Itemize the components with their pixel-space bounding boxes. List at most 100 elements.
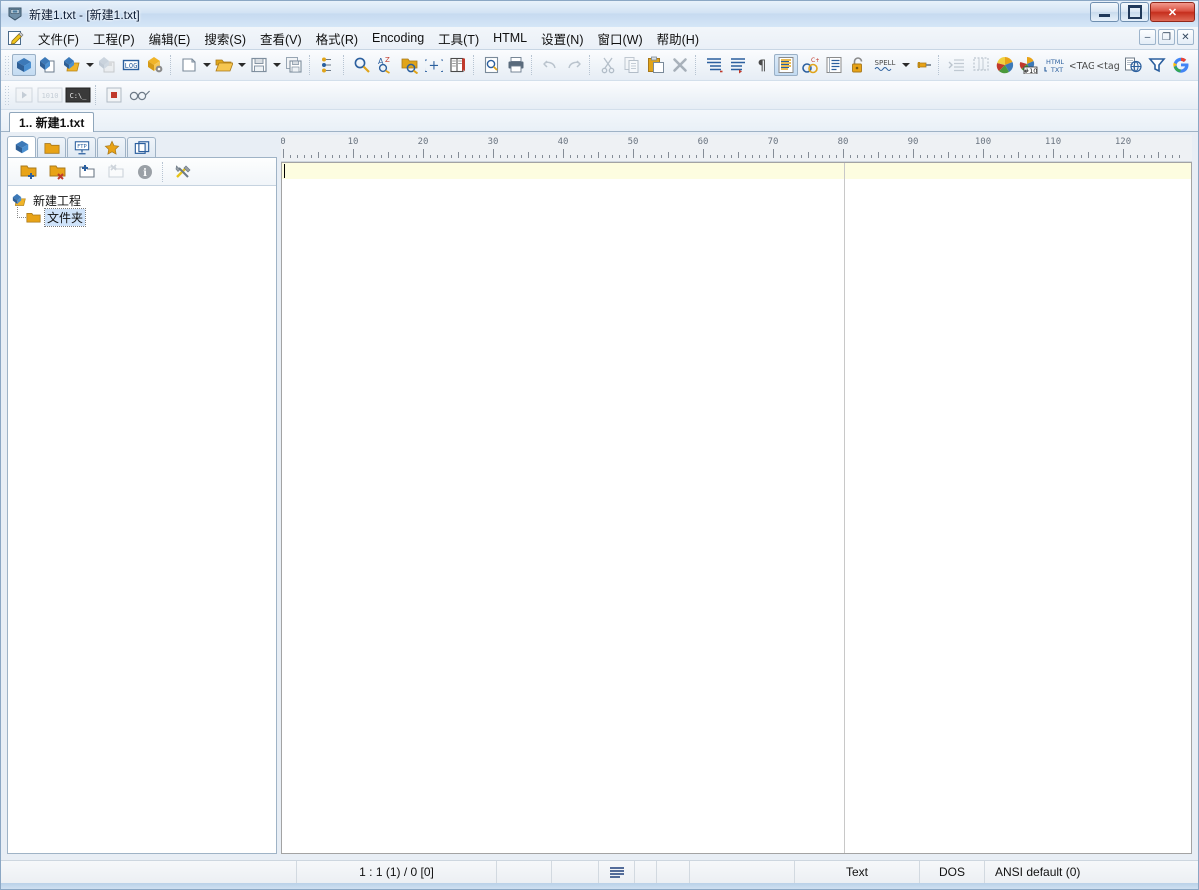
save-file-icon[interactable] [247, 54, 271, 76]
ruler-tick [304, 155, 305, 158]
color-hash-icon[interactable]: #10 [1017, 54, 1041, 76]
menu-tools[interactable]: 工具(T) [431, 26, 486, 51]
color-picker-icon[interactable] [993, 54, 1017, 76]
text-editor[interactable] [281, 162, 1192, 854]
cpp-syntax-icon[interactable]: C++ [798, 54, 822, 76]
project-dropdown-caret[interactable] [84, 54, 95, 76]
line-numbers-icon[interactable] [774, 54, 798, 76]
menu-edit[interactable]: 编辑(E) [142, 26, 198, 51]
menu-search[interactable]: 搜索(S) [197, 26, 253, 51]
tab-favorites[interactable] [97, 137, 126, 157]
project-log-icon[interactable]: LOG [119, 54, 143, 76]
menu-encoding[interactable]: Encoding [365, 28, 431, 48]
remove-file-icon[interactable] [101, 161, 130, 183]
paste-icon[interactable] [644, 54, 668, 76]
new-file-icon[interactable] [177, 54, 201, 76]
ruler-tick [738, 152, 739, 158]
browser-preview-icon[interactable] [1121, 54, 1145, 76]
undo-icon[interactable] [538, 54, 562, 76]
toolbar-gripper[interactable] [4, 55, 9, 75]
save-file-caret[interactable] [271, 54, 282, 76]
hex-1010-icon[interactable]: 1010 [36, 84, 64, 106]
editor-content[interactable] [282, 163, 1191, 853]
tree-child-node[interactable]: 文件夹 [26, 209, 272, 226]
menu-file[interactable]: 文件(F) [31, 26, 86, 51]
toolbar2-gripper[interactable] [4, 85, 9, 105]
google-icon[interactable] [1169, 54, 1193, 76]
project-settings-icon[interactable] [143, 54, 167, 76]
menu-window[interactable]: 窗口(W) [591, 26, 650, 51]
project-tools-icon[interactable] [169, 161, 198, 183]
new-file-caret[interactable] [201, 54, 212, 76]
stop-icon[interactable] [102, 84, 126, 106]
delete-icon[interactable] [668, 54, 692, 76]
encoding-indicator[interactable]: ANSI default (0) [985, 861, 1198, 883]
tab-ftp[interactable]: FTP [67, 137, 96, 157]
glasses-icon[interactable] [126, 84, 154, 106]
find-icon[interactable] [350, 54, 374, 76]
run-icon[interactable] [12, 84, 36, 106]
pin-icon[interactable] [911, 54, 935, 76]
lock-icon[interactable] [846, 54, 870, 76]
ruler-tick [402, 155, 403, 158]
redo-icon[interactable] [562, 54, 586, 76]
menu-view[interactable]: 查看(V) [253, 26, 309, 51]
menu-settings[interactable]: 设置(N) [534, 26, 590, 51]
replace-icon[interactable]: A Z [374, 54, 398, 76]
add-file-icon[interactable] [72, 161, 101, 183]
mdi-restore-button[interactable]: ❐ [1158, 29, 1175, 45]
file-type-indicator[interactable]: Text [795, 861, 920, 883]
mdi-minimize-button[interactable]: – [1139, 29, 1156, 45]
spell-check-icon[interactable]: SPELL [870, 54, 900, 76]
tab-lists[interactable] [127, 137, 156, 157]
project-open-folder-icon[interactable] [60, 54, 84, 76]
open-file-caret[interactable] [236, 54, 247, 76]
indent-icon[interactable] [702, 54, 726, 76]
menu-format[interactable]: 格式(R) [309, 26, 365, 51]
close-button[interactable]: ✕ [1150, 2, 1195, 22]
ruler-tick [780, 155, 781, 158]
tab-explorer[interactable] [37, 137, 66, 157]
menu-help[interactable]: 帮助(H) [650, 26, 706, 51]
regex-braces-icon[interactable]: {+} [422, 54, 446, 76]
ruler-tick [1081, 155, 1082, 158]
cut-icon[interactable] [596, 54, 620, 76]
tag-close-icon[interactable]: <tag [1095, 54, 1121, 76]
function-list-icon[interactable] [822, 54, 846, 76]
mdi-close-button[interactable]: ✕ [1177, 29, 1194, 45]
copy-icon[interactable] [620, 54, 644, 76]
file-tab-1[interactable]: 1.. 新建1.txt [9, 112, 94, 132]
tag-open-icon[interactable]: <TAG [1069, 54, 1095, 76]
save-all-icon[interactable] [282, 54, 306, 76]
find-in-files-icon[interactable] [398, 54, 422, 76]
print-icon[interactable] [504, 54, 528, 76]
bookmark-book-icon[interactable] [446, 54, 470, 76]
tree-root-node[interactable]: 新建工程 [12, 192, 272, 209]
project-save-icon[interactable] [95, 54, 119, 76]
open-file-icon[interactable] [212, 54, 236, 76]
tab-project[interactable] [7, 136, 36, 157]
outdent-icon[interactable] [726, 54, 750, 76]
menu-project[interactable]: 工程(P) [86, 26, 142, 51]
paragraph-marks-icon[interactable]: ¶ [750, 54, 774, 76]
maximize-button[interactable] [1120, 2, 1149, 22]
html-to-txt-icon[interactable]: HTML TXT [1041, 54, 1069, 76]
line-ending-indicator[interactable]: DOS [920, 861, 985, 883]
ruler-tick [472, 155, 473, 158]
info-icon[interactable]: i [130, 161, 159, 183]
word-wrap-icon[interactable] [599, 861, 635, 883]
insert-tab-icon[interactable] [945, 54, 969, 76]
filter-icon[interactable] [1145, 54, 1169, 76]
menu-html[interactable]: HTML [486, 28, 534, 48]
print-preview-icon[interactable] [480, 54, 504, 76]
project-open-icon[interactable] [12, 54, 36, 76]
project-new-icon[interactable] [36, 54, 60, 76]
remove-folder-icon[interactable] [43, 161, 72, 183]
spell-caret[interactable] [900, 54, 911, 76]
file-compare-icon[interactable] [316, 54, 340, 76]
ruler-label: 50 [628, 137, 639, 147]
minimize-button[interactable] [1090, 2, 1119, 22]
column-mode-icon[interactable] [969, 54, 993, 76]
console-icon[interactable]: C:\_ [64, 84, 92, 106]
add-folder-icon[interactable] [14, 161, 43, 183]
